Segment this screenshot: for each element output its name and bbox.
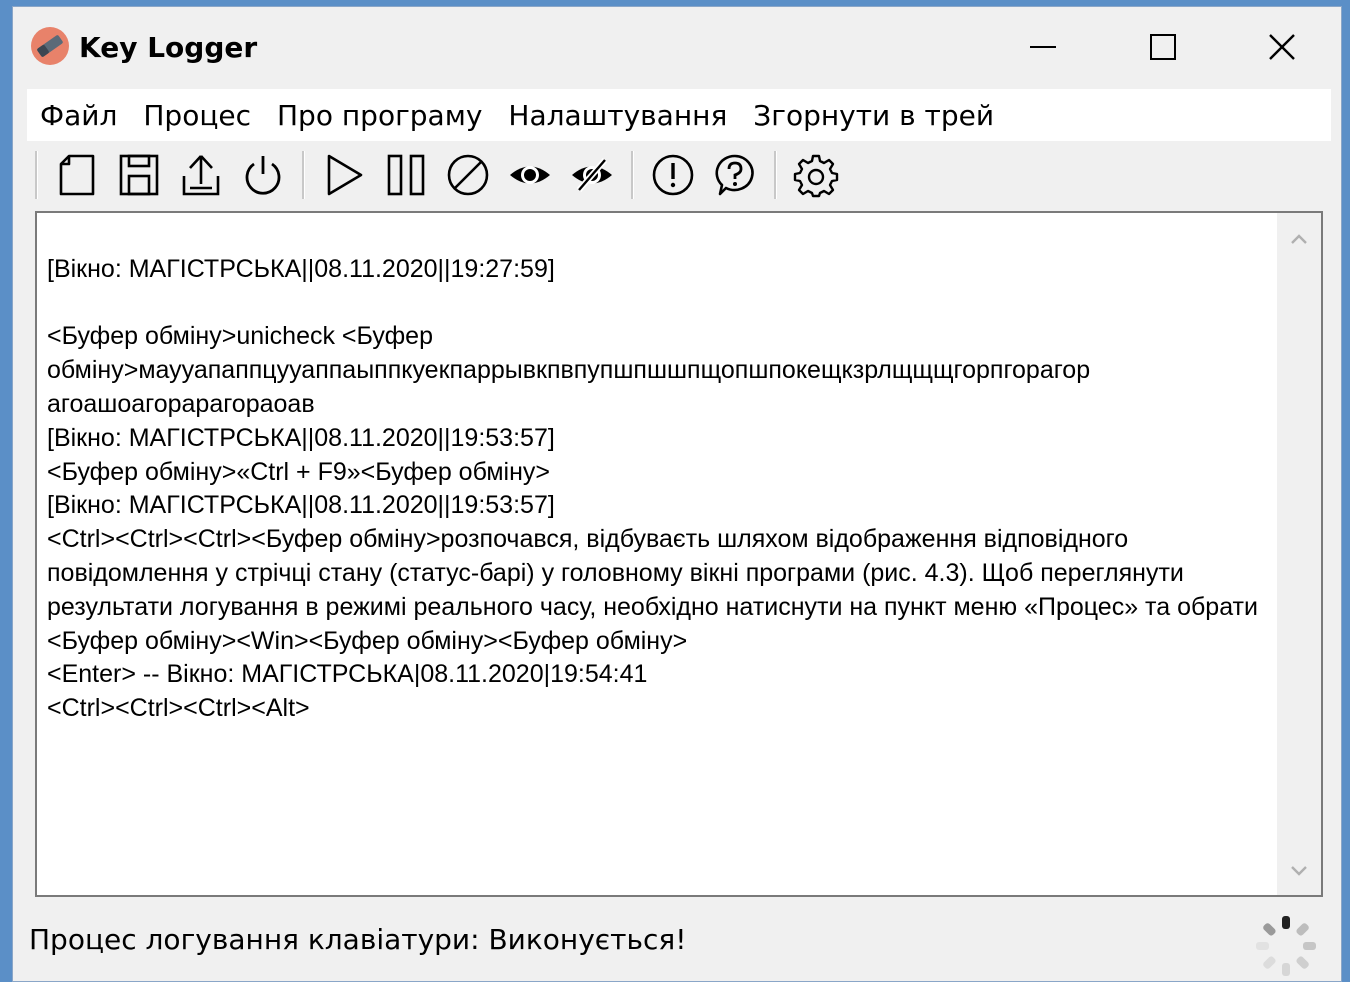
maximize-icon <box>1150 34 1176 60</box>
menu-about[interactable]: Про програму <box>264 99 495 132</box>
settings-button[interactable] <box>789 148 843 202</box>
key-logger-window: Key Logger Файл Процес Про програму Нала… <box>12 6 1342 982</box>
minimize-button[interactable] <box>1008 23 1078 71</box>
info-alert-icon <box>652 154 694 196</box>
toolbar <box>27 141 1331 209</box>
stop-icon <box>447 154 489 196</box>
vertical-scrollbar[interactable] <box>1277 213 1321 895</box>
stop-button[interactable] <box>441 148 495 202</box>
toolbar-separator <box>35 151 38 199</box>
hide-eye-icon <box>572 158 612 192</box>
menu-minimize-to-tray[interactable]: Згорнути в трей <box>740 99 1007 132</box>
info-button[interactable] <box>646 148 700 202</box>
show-eye-icon <box>510 166 550 184</box>
settings-gear-icon <box>793 154 839 198</box>
title-bar[interactable]: Key Logger <box>13 7 1341 87</box>
save-button[interactable] <box>112 148 166 202</box>
maximize-button[interactable] <box>1128 23 1198 71</box>
menu-settings[interactable]: Налаштування <box>495 99 740 132</box>
scroll-up-button[interactable] <box>1277 219 1321 259</box>
pencil-app-icon <box>31 27 69 65</box>
menu-bar: Файл Процес Про програму Налаштування Зг… <box>27 89 1331 141</box>
show-log-button[interactable] <box>503 148 557 202</box>
toolbar-separator <box>302 151 305 199</box>
close-icon <box>1269 34 1295 60</box>
pause-icon <box>387 154 425 196</box>
power-button[interactable] <box>236 148 290 202</box>
toolbar-separator <box>774 151 777 199</box>
log-text-area-frame: [Вікно: МАГІСТРСЬКА||08.11.2020||19:27:5… <box>35 211 1323 897</box>
hide-log-button[interactable] <box>565 148 619 202</box>
pause-button[interactable] <box>379 148 433 202</box>
play-button[interactable] <box>317 148 371 202</box>
power-icon <box>245 156 281 195</box>
save-icon <box>119 154 159 196</box>
new-file-icon <box>59 154 95 196</box>
log-text-area[interactable]: [Вікно: МАГІСТРСЬКА||08.11.2020||19:27:5… <box>47 219 1275 887</box>
menu-file[interactable]: Файл <box>27 99 130 132</box>
export-button[interactable] <box>174 148 228 202</box>
help-button[interactable] <box>708 148 762 202</box>
close-button[interactable] <box>1247 23 1317 71</box>
loading-spinner-icon <box>1256 916 1316 976</box>
play-icon <box>327 154 363 196</box>
status-bar: Процес логування клавіатури: Виконується… <box>13 905 1341 981</box>
chevron-down-icon <box>1291 866 1307 876</box>
window-title: Key Logger <box>79 31 258 64</box>
minimize-icon <box>1030 46 1056 48</box>
menu-process[interactable]: Процес <box>130 99 264 132</box>
scroll-down-button[interactable] <box>1277 851 1321 891</box>
export-icon <box>182 155 220 196</box>
help-icon <box>715 154 754 196</box>
new-file-button[interactable] <box>50 148 104 202</box>
status-text: Процес логування клавіатури: Виконується… <box>29 923 687 956</box>
chevron-up-icon <box>1291 234 1307 244</box>
toolbar-separator <box>631 151 634 199</box>
